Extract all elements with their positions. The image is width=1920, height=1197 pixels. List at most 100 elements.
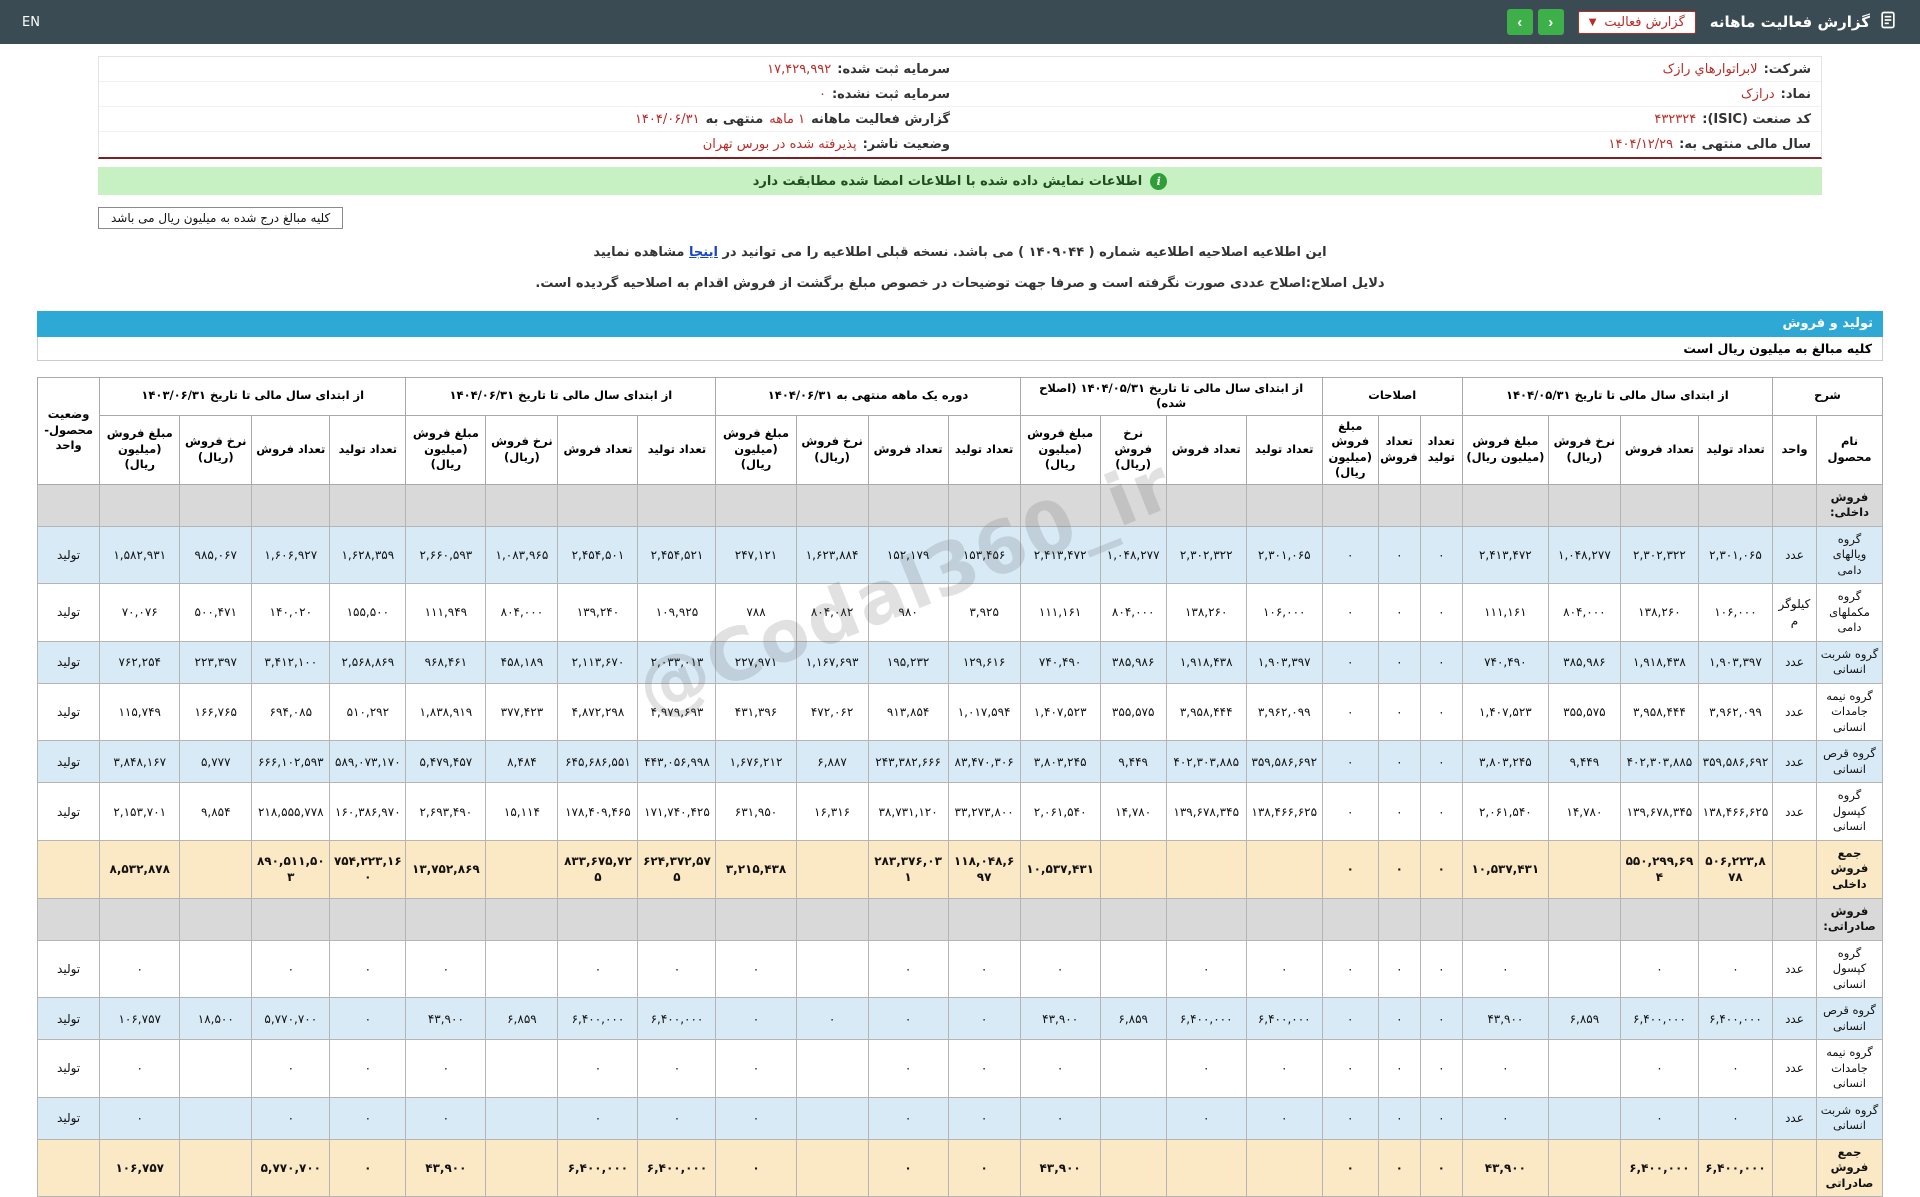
unit-cell: عدد xyxy=(1772,783,1816,841)
value-cell: ۱۰۶,۰۰۰ xyxy=(1246,584,1322,642)
value-cell: ۸۳,۴۷۰,۳۰۶ xyxy=(948,741,1020,783)
value-cell: ۱۵۳,۴۵۶ xyxy=(948,526,1020,584)
report-clipboard-icon xyxy=(1878,10,1898,34)
value-cell: ۶,۴۰۰,۰۰۰ xyxy=(1166,998,1246,1040)
value-cell: ۴۳,۹۰۰ xyxy=(1462,1139,1548,1197)
header-prod-qty: تعداد تولید xyxy=(638,415,716,484)
value-cell xyxy=(1420,898,1462,940)
value-cell: ۰ xyxy=(868,940,948,998)
value-cell: ۶,۴۰۰,۰۰۰ xyxy=(1246,998,1322,1040)
value-cell xyxy=(1100,1097,1166,1139)
publisher-status-label: وضعیت ناشر: xyxy=(863,137,950,152)
value-cell: ۳,۸۴۸,۱۶۷ xyxy=(100,741,180,783)
value-cell xyxy=(330,484,406,526)
value-cell: ۵۵۰,۲۹۹,۶۹۴ xyxy=(1620,840,1698,898)
product-row: گروه قرص انسانیعدد۶,۴۰۰,۰۰۰۶,۴۰۰,۰۰۰۶,۸۵… xyxy=(38,998,1883,1040)
value-cell: ۷۴۰,۴۹۰ xyxy=(1462,641,1548,683)
value-cell xyxy=(1100,1040,1166,1098)
fiscal-year-row: سال مالی منتهی به: ۱۴۰۴/۱۲/۲۹ xyxy=(960,132,1821,157)
fiscal-year-label: سال مالی منتهی به: xyxy=(1679,137,1811,152)
value-cell: ۴۳,۹۰۰ xyxy=(406,998,486,1040)
previous-announcement-button[interactable]: ‹ xyxy=(1507,9,1533,35)
header-prod-qty: تعداد تولید xyxy=(1420,415,1462,484)
value-cell xyxy=(1020,484,1100,526)
next-announcement-button[interactable]: › xyxy=(1538,9,1564,35)
value-cell: ۱۳,۷۵۲,۸۶۹ xyxy=(406,840,486,898)
value-cell: ۰ xyxy=(1020,940,1100,998)
value-cell: ۹,۴۴۹ xyxy=(1548,741,1620,783)
value-cell xyxy=(1100,840,1166,898)
company-name-label: شرکت: xyxy=(1764,62,1811,77)
value-cell: ۱۱۱,۱۶۱ xyxy=(1462,584,1548,642)
value-cell: ۱۰۶,۷۵۷ xyxy=(100,1139,180,1197)
value-cell: ۰ xyxy=(1462,1040,1548,1098)
value-cell: ۴۳,۹۰۰ xyxy=(1020,998,1100,1040)
production-sales-section-header: تولید و فروش xyxy=(37,311,1883,337)
value-cell: ۰ xyxy=(252,1097,330,1139)
header-sell-amount: مبلغ فروش (میلیون ریال) xyxy=(716,415,796,484)
value-cell: ۱۶۶,۷۶۵ xyxy=(180,683,252,741)
value-cell: ۲,۳۰۱,۰۶۵ xyxy=(1246,526,1322,584)
value-cell: ۲۲۷,۹۷۱ xyxy=(716,641,796,683)
value-cell: ۰ xyxy=(716,940,796,998)
value-cell: ۰ xyxy=(1698,940,1772,998)
value-cell: ۲,۱۱۳,۶۷۰ xyxy=(558,641,638,683)
report-body: تولید و فروش کلیه مبالغ به میلیون ریال ا… xyxy=(37,311,1883,1197)
value-cell: ۲۲۳,۳۹۷ xyxy=(180,641,252,683)
value-cell: ۱۳۹,۶۷۸,۳۴۵ xyxy=(1620,783,1698,841)
signed-info-text: اطلاعات نمایش داده شده با اطلاعات امضا ش… xyxy=(753,174,1143,189)
value-cell xyxy=(796,898,868,940)
value-cell: ۰ xyxy=(1620,940,1698,998)
unit-cell xyxy=(1772,898,1816,940)
value-cell: ۰ xyxy=(252,1040,330,1098)
value-cell: ۰ xyxy=(100,940,180,998)
value-cell: ۵,۴۷۹,۴۵۷ xyxy=(406,741,486,783)
report-period-row: گزارش فعالیت ماهانه ۱ ماهه منتهی به ۱۴۰۴… xyxy=(99,107,960,132)
value-cell: ۳,۸۰۳,۲۴۵ xyxy=(1020,741,1100,783)
product-status-cell xyxy=(38,1139,100,1197)
value-cell xyxy=(1378,484,1420,526)
value-cell: ۰ xyxy=(1378,1040,1420,1098)
value-cell xyxy=(1100,898,1166,940)
value-cell: ۰ xyxy=(796,998,868,1040)
value-cell: ۲,۳۰۲,۳۲۲ xyxy=(1620,526,1698,584)
header-group-ytd-0631: از ابتدای سال مالی تا تاریخ ۱۴۰۴/۰۶/۳۱ xyxy=(406,377,716,415)
value-cell: ۰ xyxy=(1698,1040,1772,1098)
value-cell xyxy=(558,484,638,526)
previous-version-link[interactable]: اینجا xyxy=(689,245,718,260)
value-cell: ۰ xyxy=(1166,1097,1246,1139)
product-row: گروه نیمه جامدات انسانیعدد۳,۹۶۲,۰۹۹۳,۹۵۸… xyxy=(38,683,1883,741)
product-status-cell xyxy=(38,840,100,898)
table-header: شرح از ابتدای سال مالی تا تاریخ ۱۴۰۴/۰۵/… xyxy=(38,377,1883,484)
value-cell xyxy=(948,898,1020,940)
value-cell: ۰ xyxy=(1378,998,1420,1040)
header-desc: شرح xyxy=(1772,377,1882,415)
value-cell: ۰ xyxy=(1246,1097,1322,1139)
value-cell: ۸,۵۳۲,۸۷۸ xyxy=(100,840,180,898)
value-cell xyxy=(1548,1097,1620,1139)
table-body: فروش داخلی:گروه ویالهای دامیعدد۲,۳۰۱,۰۶۵… xyxy=(38,484,1883,1197)
report-type-dropdown[interactable]: گزارش فعالیت ▼ xyxy=(1578,11,1696,34)
language-toggle-en[interactable]: EN xyxy=(22,15,40,30)
page-title: گزارش فعالیت ماهانه xyxy=(1710,10,1898,34)
product-status-cell: تولید xyxy=(38,683,100,741)
value-cell: ۰ xyxy=(1420,1097,1462,1139)
value-cell: ۳۵۵,۵۷۵ xyxy=(1100,683,1166,741)
value-cell: ۱,۶۰۶,۹۲۷ xyxy=(252,526,330,584)
value-cell: ۹۸۵,۰۶۷ xyxy=(180,526,252,584)
value-cell: ۱,۶۲۸,۳۵۹ xyxy=(330,526,406,584)
product-name-cell: جمع فروش صادراتی xyxy=(1816,1139,1882,1197)
amendment-line: این اطلاعیه اصلاحیه اطلاعیه شماره ( ۱۴۰۹… xyxy=(0,243,1920,264)
value-cell: ۲,۴۱۳,۴۷۲ xyxy=(1020,526,1100,584)
value-cell: ۹,۸۵۴ xyxy=(180,783,252,841)
value-cell xyxy=(486,898,558,940)
value-cell: ۰ xyxy=(1378,1139,1420,1197)
unit-cell xyxy=(1772,484,1816,526)
product-status-cell: تولید xyxy=(38,783,100,841)
value-cell: ۰ xyxy=(100,1040,180,1098)
unit-cell: عدد xyxy=(1772,526,1816,584)
value-cell: ۰ xyxy=(100,1097,180,1139)
value-cell: ۳,۲۱۵,۴۳۸ xyxy=(716,840,796,898)
value-cell: ۰ xyxy=(330,1139,406,1197)
unit-cell xyxy=(1772,840,1816,898)
